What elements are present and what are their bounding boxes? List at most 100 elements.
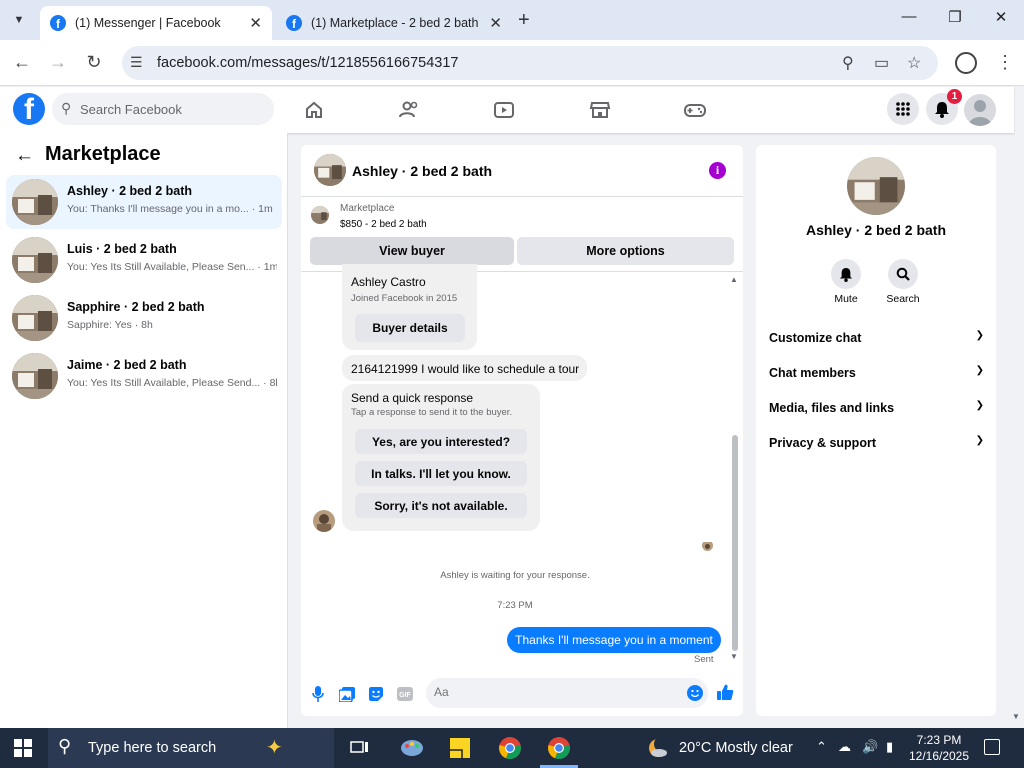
conversation-item[interactable]: Sapphire · 2 bed 2 bath Sapphire: Yes · … [6, 291, 282, 345]
conversation-item[interactable]: Jaime · 2 bed 2 bath You: Yes Its Still … [6, 349, 282, 403]
message-text-field[interactable] [434, 685, 674, 699]
privacy-support-section[interactable]: Privacy & support ❯ [768, 432, 984, 456]
quick-response-subtitle: Tap a response to send it to the buyer. [351, 407, 513, 418]
notification-count-badge: 1 [947, 89, 962, 104]
gaming-icon[interactable] [683, 99, 707, 121]
reload-icon[interactable]: ↻ [82, 52, 106, 73]
menu-grid-icon[interactable] [887, 93, 919, 125]
facebook-favicon-icon: f [50, 15, 66, 31]
facebook-search-input[interactable]: ⚲ Search Facebook [52, 93, 274, 125]
info-icon[interactable]: i [709, 162, 726, 179]
sticky-notes-icon[interactable] [446, 734, 474, 762]
account-avatar[interactable] [964, 94, 996, 126]
seen-avatar [702, 540, 713, 551]
tab-title: (1) Messenger | Facebook [75, 16, 221, 30]
browser-menu-icon[interactable]: ⋮ [996, 52, 1014, 73]
close-window-icon[interactable]: ✕ [986, 8, 1016, 26]
minimize-icon[interactable]: — [894, 8, 924, 25]
battery-icon[interactable]: ▮ [886, 739, 893, 755]
facebook-logo-icon[interactable]: f [13, 93, 45, 125]
marketplace-icon[interactable] [588, 99, 612, 121]
marketplace-conversations-panel: ← Marketplace Ashley · 2 bed 2 bath You:… [0, 133, 288, 728]
zoom-icon[interactable]: ⚲ [842, 53, 854, 73]
forward-icon[interactable]: → [46, 52, 70, 73]
customize-chat-section[interactable]: Customize chat ❯ [768, 327, 984, 351]
mute-button[interactable]: Mute [816, 259, 876, 305]
chevron-down-icon: ❯ [975, 435, 984, 446]
sticker-icon[interactable] [367, 686, 385, 702]
more-options-button[interactable]: More options [517, 237, 734, 265]
search-in-chat-button[interactable]: Search [873, 259, 933, 305]
taskbar-search-placeholder: Type here to search [88, 740, 217, 756]
install-app-icon[interactable]: ▭ [874, 53, 889, 73]
message-timestamp: 7:23 PM [497, 600, 533, 611]
tab-messenger[interactable]: f (1) Messenger | Facebook ✕ [40, 6, 272, 40]
emoji-icon[interactable] [687, 685, 703, 701]
action-center-icon[interactable] [984, 739, 1000, 755]
scroll-up-arrow-icon[interactable]: ▲ [730, 275, 738, 284]
message-input[interactable] [426, 678, 708, 708]
conversation-name: Luis · 2 bed 2 bath [67, 242, 177, 256]
listing-thumbnail [311, 206, 329, 224]
close-tab-icon[interactable]: ✕ [249, 14, 262, 32]
back-arrow-icon[interactable]: ← [15, 145, 34, 167]
photo-icon[interactable] [338, 686, 356, 702]
chat-scrollbar[interactable] [732, 435, 738, 651]
listing-thumbnail [12, 237, 58, 283]
scroll-down-arrow-icon[interactable]: ▼ [730, 652, 738, 661]
chat-members-section[interactable]: Chat members ❯ [768, 362, 984, 386]
maximize-icon[interactable]: ❐ [940, 8, 970, 26]
back-icon[interactable]: ← [10, 52, 34, 73]
gif-icon[interactable]: GIF [396, 686, 414, 702]
bell-icon [831, 259, 861, 289]
view-buyer-button[interactable]: View buyer [310, 237, 514, 265]
sparkle-icon: ✦ [266, 737, 283, 759]
bookmark-star-icon[interactable]: ☆ [907, 53, 921, 73]
contact-avatar[interactable] [847, 157, 905, 215]
weather-widget[interactable]: 20°C Mostly clear [647, 737, 793, 759]
paint-app-icon[interactable] [398, 734, 426, 762]
chat-avatar[interactable] [314, 154, 346, 186]
media-files-links-section[interactable]: Media, files and links ❯ [768, 397, 984, 421]
conversation-snippet: You: Yes Its Still Available, Please Sen… [67, 261, 277, 273]
browser-profile-icon[interactable] [955, 52, 977, 74]
show-hidden-icons-icon[interactable]: ⌃ [816, 739, 827, 755]
conversation-name: Jaime · 2 bed 2 bath [67, 358, 187, 372]
url-bar[interactable]: ☰ facebook.com/messages/t/12185561667543… [122, 46, 938, 80]
system-clock[interactable]: 7:23 PM 12/16/2025 [906, 732, 972, 764]
chrome-profile-icon[interactable] [540, 734, 578, 768]
tab-marketplace[interactable]: f (1) Marketplace - 2 bed 2 bath ✕ [276, 6, 512, 40]
conversation-item[interactable]: Luis · 2 bed 2 bath You: Yes Its Still A… [6, 233, 282, 287]
conversation-snippet: You: Thanks I'll message you in a mo... … [67, 203, 273, 215]
chrome-icon[interactable] [496, 734, 524, 762]
listing-thumbnail [12, 295, 58, 341]
quick-response-option[interactable]: In talks. I'll let you know. [355, 461, 527, 486]
quick-response-option[interactable]: Sorry, it's not available. [355, 493, 527, 518]
friends-icon[interactable] [397, 99, 421, 121]
quick-response-option[interactable]: Yes, are you interested? [355, 429, 527, 454]
search-icon: ⚲ [58, 736, 72, 756]
site-info-icon[interactable]: ☰ [130, 54, 143, 71]
video-icon[interactable] [492, 99, 516, 121]
network-icon[interactable]: ☁ [838, 739, 851, 755]
volume-icon[interactable]: 🔊 [862, 739, 878, 755]
chevron-down-icon: ❯ [975, 400, 984, 411]
moon-icon [649, 737, 669, 757]
microphone-icon[interactable] [309, 686, 327, 702]
contact-name: Ashley · 2 bed 2 bath [805, 222, 947, 238]
new-tab-icon[interactable]: + [518, 9, 530, 32]
task-view-icon[interactable] [346, 734, 374, 762]
section-label: Privacy & support [769, 436, 876, 450]
chat-title[interactable]: Ashley · 2 bed 2 bath [352, 163, 492, 179]
conversation-item[interactable]: Ashley · 2 bed 2 bath You: Thanks I'll m… [6, 175, 282, 229]
message-composer: GIF [301, 673, 743, 716]
close-tab-icon[interactable]: ✕ [489, 14, 502, 32]
buyer-details-button[interactable]: Buyer details [355, 314, 465, 342]
listing-title[interactable]: $850 - 2 bed 2 bath [340, 219, 427, 230]
home-icon[interactable] [302, 99, 326, 121]
like-thumbs-up-icon[interactable] [716, 684, 734, 700]
tab-search-icon[interactable]: ▼ [6, 8, 32, 32]
windows-start-icon[interactable] [14, 739, 32, 757]
taskbar-search-box[interactable]: ⚲ Type here to search ✦ [48, 728, 334, 768]
page-scroll-down-arrow-icon[interactable]: ▼ [1012, 712, 1020, 721]
